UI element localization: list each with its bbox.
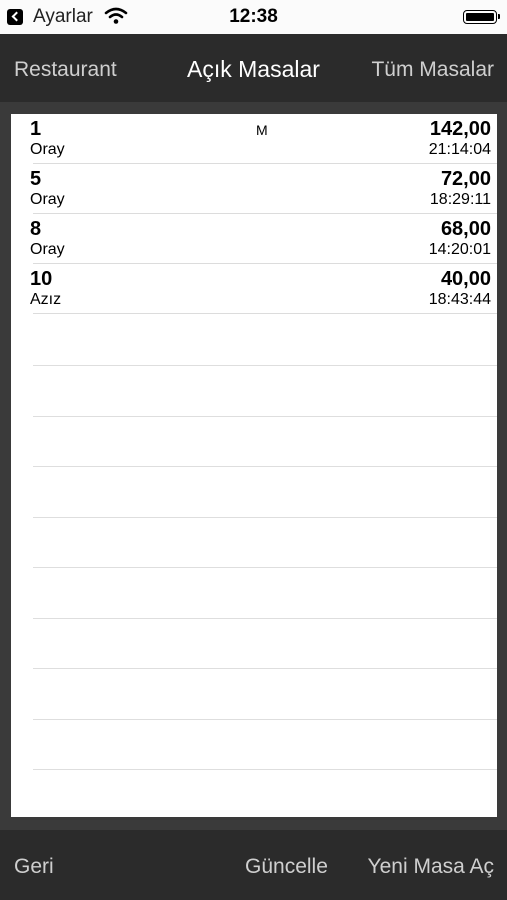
- back-button[interactable]: Geri: [14, 855, 54, 879]
- empty-row-divider: [33, 416, 497, 417]
- waiter-name: Azız: [30, 291, 62, 308]
- empty-row-divider: [33, 719, 497, 720]
- table-number: 8: [30, 218, 42, 240]
- table-open-time: 21:14:04: [428, 141, 491, 158]
- table-number: 10: [30, 268, 53, 290]
- table-amount: 142,00: [429, 118, 491, 140]
- table-flag: M: [256, 122, 268, 138]
- table-open-time: 18:29:11: [429, 191, 491, 208]
- table-number: 5: [30, 168, 42, 190]
- table-row[interactable]: 5 Oray 72,00 18:29:11: [11, 164, 497, 214]
- empty-row-divider: [33, 517, 497, 518]
- waiter-name: Oray: [30, 241, 65, 258]
- bottom-toolbar: Geri Güncelle Yeni Masa Aç: [0, 830, 507, 900]
- refresh-button[interactable]: Güncelle: [245, 855, 328, 879]
- empty-row-divider: [33, 365, 497, 366]
- table-row[interactable]: 10 Azız 40,00 18:43:44: [11, 264, 497, 314]
- empty-row-divider: [33, 668, 497, 669]
- table-amount: 68,00: [440, 218, 491, 240]
- waiter-name: Oray: [30, 191, 65, 208]
- empty-row-divider: [33, 769, 497, 770]
- empty-row-divider: [33, 618, 497, 619]
- waiter-name: Oray: [30, 141, 65, 158]
- open-tables-list[interactable]: 1 Oray M 142,00 21:14:04 5 Oray 72,00 18…: [11, 114, 497, 817]
- table-open-time: 14:20:01: [428, 241, 491, 258]
- navigation-bar: Restaurant Açık Masalar Tüm Masalar: [0, 34, 507, 102]
- table-open-time: 18:43:44: [428, 291, 491, 308]
- empty-row-divider: [33, 567, 497, 568]
- table-number: 1: [30, 118, 42, 140]
- open-new-table-button[interactable]: Yeni Masa Aç: [368, 855, 494, 879]
- battery-icon: [463, 10, 500, 24]
- row-divider: [33, 313, 497, 314]
- table-row[interactable]: 1 Oray M 142,00 21:14:04: [11, 114, 497, 164]
- all-tables-button[interactable]: Tüm Masalar: [371, 58, 494, 82]
- table-amount: 72,00: [440, 168, 491, 190]
- empty-row-divider: [33, 466, 497, 467]
- clock: 12:38: [229, 6, 278, 27]
- table-amount: 40,00: [440, 268, 491, 290]
- status-bar: Ayarlar 12:38: [0, 0, 507, 34]
- table-row[interactable]: 8 Oray 68,00 14:20:01: [11, 214, 497, 264]
